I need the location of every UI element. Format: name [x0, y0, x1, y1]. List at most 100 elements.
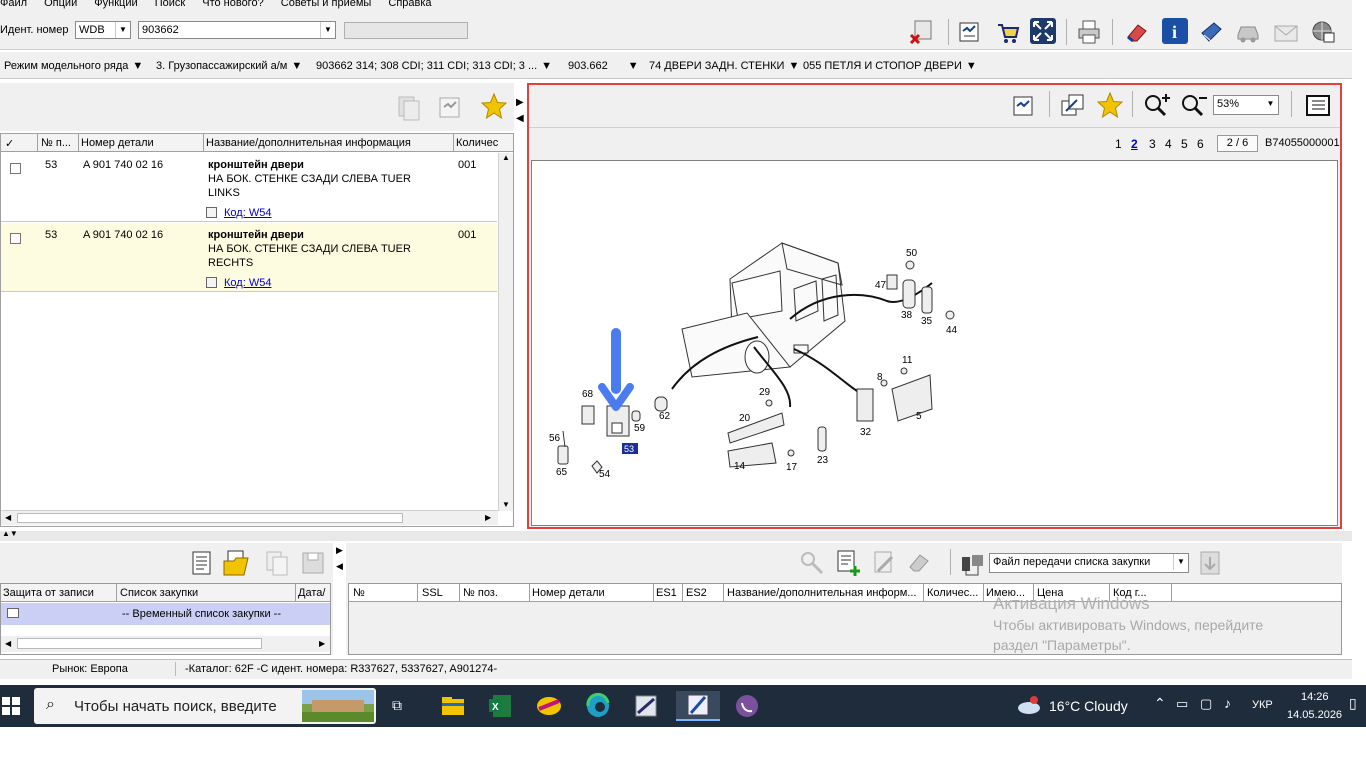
header-no[interactable]: № — [353, 587, 365, 599]
row-checkbox[interactable] — [10, 163, 21, 174]
menu-help[interactable]: Справка — [388, 0, 431, 9]
search-part-icon[interactable] — [798, 549, 826, 577]
header-ssl[interactable]: SSL — [422, 587, 443, 599]
scroll-right-icon[interactable]: ▶ — [485, 513, 491, 522]
wifi-icon[interactable]: ▢ — [1200, 696, 1212, 712]
transfer-file-select[interactable]: Файл передачи списка закупки ▼ — [989, 553, 1189, 573]
edge-browser-icon[interactable] — [582, 691, 614, 721]
chevron-up-icon[interactable]: ⌃ — [1154, 695, 1166, 712]
table-row[interactable]: 53 A 901 740 02 16 кронштейн двери НА БО… — [1, 223, 497, 292]
print-icon[interactable] — [1076, 19, 1102, 45]
vin-field[interactable] — [344, 22, 468, 39]
windows-start-icon[interactable] — [2, 697, 20, 715]
save-icon[interactable] — [300, 549, 326, 577]
scroll-thumb[interactable] — [17, 513, 403, 523]
favorite-star-icon[interactable] — [480, 92, 508, 120]
header-qty[interactable]: Количес... — [927, 587, 983, 599]
eraser-icon[interactable] — [906, 549, 934, 577]
cart-icon[interactable] — [995, 19, 1021, 45]
row-code-link[interactable]: Код: W54 — [224, 277, 271, 289]
open-folder-icon[interactable] — [222, 549, 252, 577]
exploded-diagram[interactable]: 50 47 38 35 44 11 8 5 32 29 20 14 17 23 … — [531, 160, 1338, 526]
scroll-thumb[interactable] — [17, 638, 262, 649]
info-icon[interactable]: i — [1162, 18, 1188, 44]
catalog-app-icon[interactable] — [533, 691, 565, 721]
vertical-scrollbar[interactable]: ▲ ▼ — [498, 153, 513, 511]
header-name[interactable]: Название/дополнительная информация — [206, 137, 411, 149]
header-qty[interactable]: Количес — [456, 137, 498, 149]
active-app-icon[interactable] — [676, 691, 720, 721]
ident-prefix-select[interactable]: WDB ▼ — [75, 21, 131, 39]
scroll-left-icon[interactable]: ◀ — [5, 639, 11, 648]
eraser-icon[interactable] — [1124, 19, 1150, 45]
scroll-down-icon[interactable]: ▼ — [499, 500, 513, 509]
zoom-in-icon[interactable] — [1143, 93, 1171, 119]
page-link-4[interactable]: 4 — [1165, 137, 1172, 151]
copy-icon[interactable] — [396, 93, 422, 121]
volume-icon[interactable]: ♪ — [1224, 695, 1231, 711]
header-date[interactable]: Дата/ — [298, 587, 330, 599]
notes-icon[interactable] — [1012, 93, 1038, 119]
edit-list-icon[interactable] — [957, 19, 983, 45]
scroll-up-icon[interactable]: ▲ — [499, 153, 513, 162]
crumb-subgroup[interactable]: 055 ПЕТЛЯ И СТОПОР ДВЕРИ ▼ — [803, 60, 977, 72]
fullscreen-icon[interactable] — [1030, 18, 1056, 44]
crumb-model[interactable]: 903.662 ▼ — [568, 60, 639, 72]
crumb-models[interactable]: 903662 314; 308 CDI; 311 CDI; 313 CDI; 3… — [316, 60, 552, 72]
menu-file[interactable]: Файл — [0, 0, 27, 9]
header-part-number[interactable]: Номер детали — [532, 587, 605, 599]
image-tool-icon[interactable] — [630, 691, 662, 721]
horizontal-scrollbar[interactable]: ◀ ▶ — [1, 636, 330, 652]
vehicle-icon[interactable] — [1235, 19, 1261, 45]
weather-text[interactable]: 16°C Cloudy — [1049, 698, 1128, 714]
language-indicator[interactable]: УКР — [1252, 699, 1273, 711]
favorite-star-icon[interactable] — [1096, 91, 1124, 119]
header-check[interactable]: ✓ — [5, 137, 14, 150]
excel-icon[interactable]: X — [485, 691, 517, 721]
edit-entry-icon[interactable] — [870, 549, 898, 577]
header-pos[interactable]: № поз. — [463, 587, 498, 599]
page-link-3[interactable]: 3 — [1149, 137, 1156, 151]
scroll-left-icon[interactable]: ◀ — [5, 513, 11, 522]
document-list-icon[interactable] — [190, 549, 214, 577]
zoom-out-icon[interactable] — [1180, 93, 1208, 119]
scroll-right-icon[interactable]: ▶ — [319, 639, 325, 648]
collapse-pane-icon[interactable]: ▶ — [516, 97, 524, 108]
horizontal-splitter[interactable]: ▲▼ — [0, 529, 1352, 541]
page-link-5[interactable]: 5 — [1181, 137, 1188, 151]
add-to-list-icon[interactable] — [834, 549, 862, 577]
header-name[interactable]: Название/дополнительная информ... — [727, 587, 923, 599]
notifications-icon[interactable]: ▯ — [1349, 695, 1357, 712]
clear-selection-icon[interactable] — [908, 19, 934, 45]
viber-icon[interactable] — [731, 691, 763, 721]
export-icon[interactable] — [1198, 549, 1222, 577]
weather-icon[interactable] — [1016, 695, 1042, 715]
crumb-class[interactable]: 3. Грузопассажирский а/м ▼ — [156, 60, 302, 72]
menu-search[interactable]: Поиск — [155, 0, 185, 9]
menu-tips[interactable]: Советы и приемы — [281, 0, 372, 9]
mail-icon[interactable] — [1273, 20, 1299, 46]
zoom-select[interactable]: 53% ▼ — [1213, 95, 1279, 115]
expand-pane-icon[interactable]: ◀ — [336, 561, 343, 572]
list-view-icon[interactable] — [1305, 93, 1333, 119]
clock-date[interactable]: 14.05.2026 — [1287, 709, 1342, 721]
page-link-2[interactable]: 2 — [1131, 137, 1138, 151]
splitter-arrows-icon[interactable]: ▲▼ — [2, 529, 18, 538]
menu-functions[interactable]: Функции — [94, 0, 137, 9]
book-icon[interactable] — [1198, 19, 1224, 45]
page-link-1[interactable]: 1 — [1115, 137, 1122, 151]
header-pos[interactable]: № п... — [41, 137, 77, 149]
row-checkbox[interactable] — [10, 233, 21, 244]
network-icon[interactable]: ▭ — [1176, 696, 1188, 712]
header-part-number[interactable]: Номер детали — [81, 137, 154, 149]
crumb-mode[interactable]: Режим модельного ряда ▼ — [4, 60, 143, 72]
menu-whats-new[interactable]: Что нового? — [202, 0, 263, 9]
network-icon[interactable] — [1310, 19, 1336, 45]
menu-options[interactable]: Опции — [44, 0, 77, 9]
table-row[interactable]: 53 A 901 740 02 16 кронштейн двери НА БО… — [1, 153, 497, 222]
transfer-icon[interactable] — [1060, 93, 1086, 119]
header-es2[interactable]: ES2 — [686, 587, 707, 599]
duplicate-icon[interactable] — [264, 549, 290, 577]
crumb-group[interactable]: 74 ДВЕРИ ЗАДН. СТЕНКИ ▼ — [649, 60, 799, 72]
task-view-icon[interactable]: ⧉ — [392, 697, 410, 715]
